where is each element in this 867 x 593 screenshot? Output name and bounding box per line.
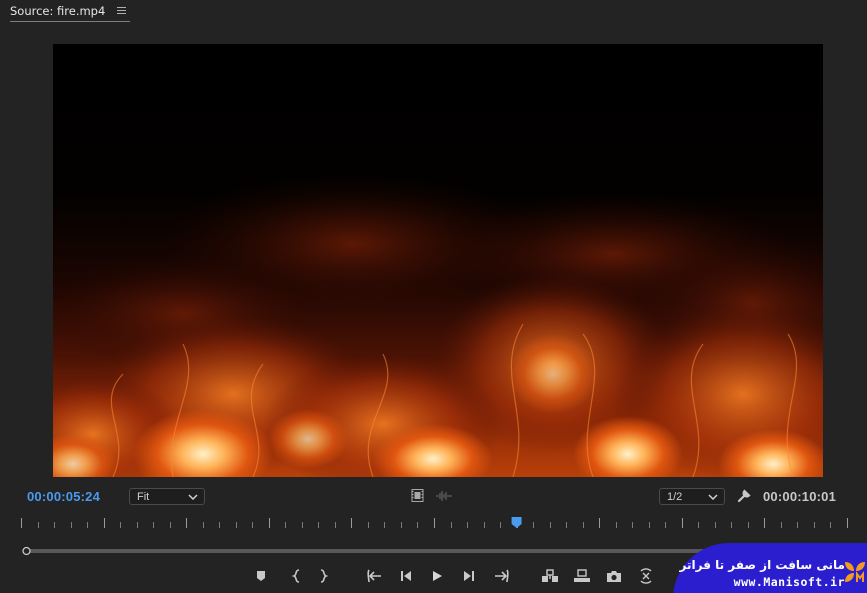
play-icon [433,571,442,581]
fire-video-frame [53,44,823,477]
playback-resolution-value: 1/2 [667,490,683,503]
chevron-down-icon [708,493,718,500]
button-editor-icon [640,568,652,584]
manisoft-logo [845,562,865,582]
chevron-down-icon [188,493,198,500]
drag-audio-only-icon[interactable] [436,491,452,501]
time-ruler[interactable] [18,514,850,534]
camera-icon [607,571,621,582]
export-frame-button[interactable] [604,566,624,586]
marker-icon [257,571,265,581]
step-back-icon [401,571,411,581]
step-back-button[interactable] [396,566,416,586]
watermark-url: www.Manisoft.ir [733,575,845,589]
mark-out-button[interactable] [314,566,334,586]
go-to-in-button[interactable] [365,566,385,586]
insert-button[interactable] [540,566,560,586]
mark-out-icon [320,569,329,583]
source-monitor-panel: Source: fire.mp4 00:00:05:24 Fit 1/2 00:… [0,0,867,593]
playhead-marker[interactable] [511,517,522,528]
panel-header: Source: fire.mp4 [0,0,867,24]
watermark-slogan: مانی سافت از صفر تا فراتر [679,558,845,572]
overwrite-button[interactable] [572,566,592,586]
add-marker-button[interactable] [251,566,271,586]
mark-in-icon [291,569,300,583]
button-editor-button[interactable] [636,566,656,586]
wrench-settings-icon[interactable] [737,488,752,503]
zoom-level-select[interactable]: Fit [129,488,205,505]
step-forward-button[interactable] [459,566,479,586]
mark-in-button[interactable] [286,566,306,586]
duration-timecode: 00:00:10:01 [763,489,837,504]
insert-icon [542,569,558,582]
drag-video-only-icon[interactable] [411,489,424,502]
go-to-out-button[interactable] [491,566,511,586]
play-button[interactable] [427,566,447,586]
step-forward-icon [464,571,474,581]
time-ruler-ticks [21,517,848,528]
current-timecode[interactable]: 00:00:05:24 [27,489,100,504]
go-to-out-icon [495,569,509,583]
tab-title: Source: fire.mp4 [10,4,106,18]
overwrite-icon [574,569,590,582]
zoom-level-value: Fit [137,490,150,503]
video-viewer[interactable] [53,44,823,477]
watermark-badge: مانی سافت از صفر تا فراتر www.Manisoft.i… [673,543,867,593]
tab-source[interactable]: Source: fire.mp4 [10,1,131,22]
zoom-handle-left[interactable] [22,546,31,556]
go-to-in-icon [367,569,381,583]
playback-resolution-select[interactable]: 1/2 [659,488,725,505]
panel-menu-icon[interactable] [117,7,127,15]
